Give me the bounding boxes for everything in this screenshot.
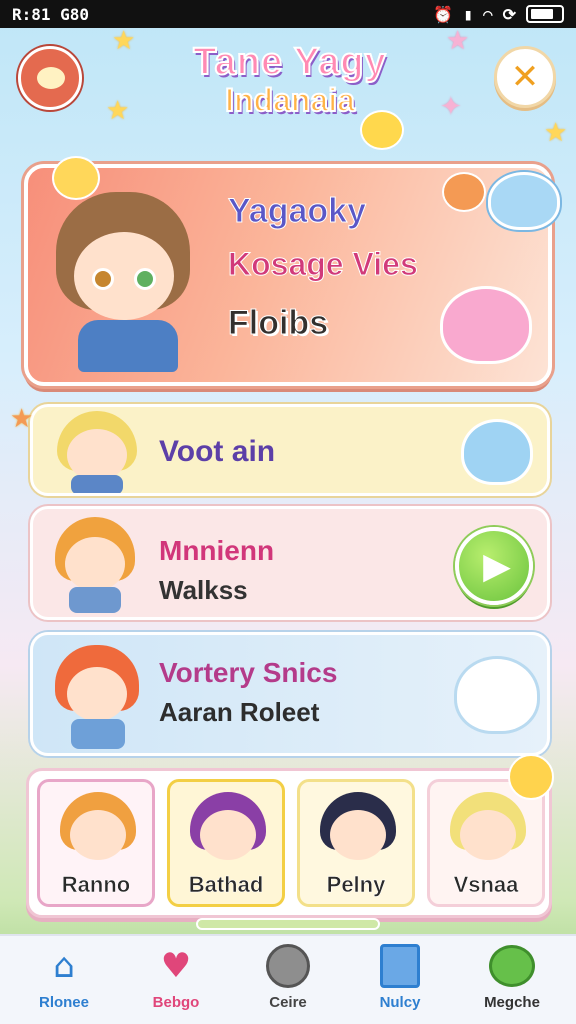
row-title: Vortery Snics: [159, 657, 338, 688]
app-title: Tane Yagy Indanaia: [160, 41, 420, 119]
nav-item-notebook[interactable]: Nulcy: [350, 942, 450, 1022]
home-icon: ⌂: [53, 946, 75, 986]
nav-item-messages[interactable]: Megche: [462, 942, 562, 1022]
nav-item-home[interactable]: ⌂ Rlonee: [14, 942, 114, 1022]
signal-icon: ▮: [463, 4, 473, 24]
chat-bubble-icon: [488, 942, 536, 990]
avatar: [49, 411, 145, 493]
character-selector: Ranno Bathad Pelny Vsnaa: [26, 768, 552, 918]
notebook-icon: [376, 942, 424, 990]
character-name: Bathad: [188, 872, 264, 898]
avatar: [47, 517, 143, 615]
hero-subtitle: Kosage Vies: [228, 246, 419, 283]
nav-label: Nulcy: [379, 994, 421, 1011]
character-name: Ranno: [61, 872, 131, 898]
alarm-icon: ⏰: [433, 4, 454, 24]
star-icon: ★: [446, 26, 470, 56]
title-line-2: Indanaia: [224, 81, 356, 119]
list-item[interactable]: Voot ain: [30, 404, 550, 496]
title-line-1: Tane Yagy: [192, 41, 387, 83]
blue-blob-icon: [461, 419, 533, 485]
nav-item-favorites[interactable]: ♥ Bebgo: [126, 942, 226, 1022]
nav-label: Bebgo: [152, 994, 200, 1011]
status-icons: ⏰ ▮ ◠ ⟳: [433, 5, 564, 24]
mascot-star-icon: [52, 156, 100, 200]
nav-label: Megche: [484, 994, 540, 1011]
sync-icon: ⟳: [502, 4, 516, 24]
avatar: [47, 645, 147, 751]
star-icon: ★: [544, 118, 568, 148]
avatar: [186, 792, 270, 876]
play-button[interactable]: ▶: [455, 527, 533, 605]
bottom-nav: ⌂ Rlonee ♥ Bebgo Ceire Nulcy Megche: [0, 934, 576, 1024]
nav-label: Ceire: [269, 994, 307, 1011]
hero-title: Yagaoky: [228, 192, 367, 231]
list-item[interactable]: Mnnienn Walkss ▶: [30, 506, 550, 620]
play-icon: ▶: [483, 545, 511, 587]
character-name: Pelny: [326, 872, 386, 898]
hero-caption: Floibs: [227, 304, 329, 343]
status-bar: R:81 G80 ⏰ ▮ ◠ ⟳: [0, 0, 576, 28]
row-title: Mnnienn: [159, 535, 275, 566]
nav-item-center[interactable]: Ceire: [238, 942, 338, 1022]
character-card[interactable]: Bathad: [167, 779, 285, 907]
close-button[interactable]: ✕: [494, 46, 556, 108]
moon-icon: [264, 942, 312, 990]
list-item[interactable]: Vortery Snics Aaran Roleet: [30, 632, 550, 756]
orange-blob-icon: [442, 172, 486, 212]
wifi-icon: ◠: [482, 4, 493, 24]
row-title: Voot ain: [159, 435, 276, 468]
mascot-yellow-icon: [508, 754, 554, 800]
row-subtitle: Aaran Roleet: [159, 697, 320, 727]
star-icon: ✦: [440, 92, 462, 122]
star-icon: ★: [112, 26, 136, 56]
avatar: [316, 792, 400, 876]
character-card[interactable]: Ranno: [37, 779, 155, 907]
character-name: Vsnaa: [453, 872, 519, 898]
hero-avatar: [48, 192, 198, 372]
heart-icon: ♥: [160, 946, 192, 986]
white-blob-icon: [457, 659, 537, 731]
mascot-red-icon: [18, 46, 82, 110]
avatar: [56, 792, 140, 876]
hero-card[interactable]: Yagaoky Kosage Vies Floibs: [24, 164, 552, 386]
star-icon: ★: [106, 96, 130, 126]
scrollbar[interactable]: [196, 918, 380, 930]
nav-label: Rlonee: [38, 994, 89, 1011]
avatar: [446, 792, 530, 876]
pink-blob-icon: [440, 286, 532, 364]
row-subtitle: Walkss: [159, 575, 248, 605]
status-time: R:81 G80: [12, 4, 90, 24]
close-icon: ✕: [510, 57, 540, 97]
battery-icon: [526, 5, 564, 23]
blue-blob-icon: [488, 172, 560, 230]
character-card[interactable]: Pelny: [297, 779, 415, 907]
star-icon: ★: [10, 404, 34, 434]
